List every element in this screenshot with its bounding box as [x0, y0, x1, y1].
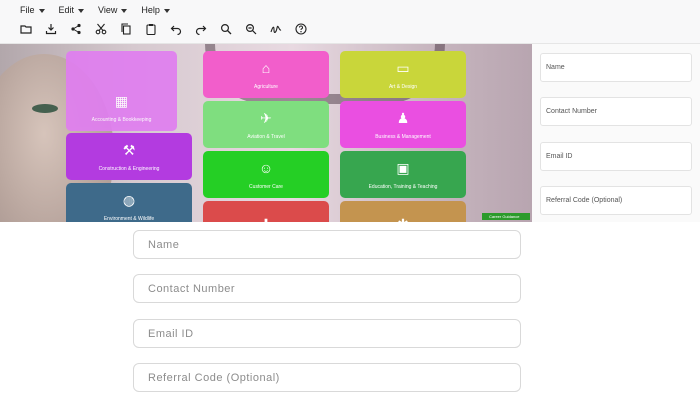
- chat-badge-label: Career Guidance: [489, 214, 520, 219]
- signature-icon[interactable]: [268, 21, 284, 37]
- hero-banner: ▦ Accounting & Bookkeeping ⌂ Agriculture…: [0, 44, 532, 222]
- menu-file-label: File: [20, 5, 35, 15]
- tile-label: Education, Training & Teaching: [368, 184, 438, 190]
- tile-label: Construction & Engineering: [98, 166, 160, 172]
- share-icon[interactable]: [68, 21, 84, 37]
- tile-label: Environment & Wildlife: [103, 216, 155, 222]
- copy-icon[interactable]: [118, 21, 134, 37]
- side-contact-label: Contact Number: [546, 108, 597, 115]
- globe-icon: ◍: [122, 192, 136, 208]
- people-icon: ♟: [396, 110, 410, 126]
- tile-business[interactable]: ♟ Business & Management: [340, 101, 466, 148]
- menu-edit-label: Edit: [58, 5, 75, 15]
- tile-customer-care[interactable]: ☺ Customer Care: [203, 151, 329, 198]
- person-eye: [32, 104, 58, 113]
- tile-label: Agriculture: [254, 84, 278, 90]
- menu-file[interactable]: File: [20, 3, 45, 17]
- tile-label: Art & Design: [388, 84, 418, 90]
- side-email-field[interactable]: Email ID: [540, 142, 692, 171]
- side-contact-field[interactable]: Contact Number: [540, 97, 692, 126]
- help-icon[interactable]: [293, 21, 309, 37]
- tile-environment[interactable]: ◍ Environment & Wildlife: [66, 183, 192, 222]
- download-icon[interactable]: [43, 21, 59, 37]
- name-placeholder: Name: [148, 238, 180, 251]
- crane-icon: ⚒: [122, 142, 136, 158]
- referral-placeholder: Referral Code (Optional): [148, 371, 280, 384]
- contact-number-field[interactable]: Contact Number: [133, 274, 521, 303]
- referral-code-field[interactable]: Referral Code (Optional): [133, 363, 521, 392]
- menu-view-label: View: [98, 5, 118, 15]
- tile-accounting[interactable]: ▦ Accounting & Bookkeeping: [66, 51, 177, 131]
- menu-view[interactable]: View: [98, 3, 128, 17]
- tile-education[interactable]: ▣ Education, Training & Teaching: [340, 151, 466, 198]
- barn-icon: ⌂: [261, 60, 271, 76]
- tile-art-design[interactable]: ▭ Art & Design: [340, 51, 466, 98]
- calculator-icon: ▦: [114, 93, 129, 109]
- tile-agriculture[interactable]: ⌂ Agriculture: [203, 51, 329, 98]
- caret-down-icon: [78, 8, 85, 13]
- menu-bar: File Edit View Help: [20, 3, 170, 17]
- tile-sports[interactable]: ✱: [340, 201, 466, 222]
- menu-edit[interactable]: Edit: [59, 3, 85, 17]
- toolbar: [18, 21, 309, 37]
- paste-icon[interactable]: [143, 21, 159, 37]
- teacher-icon: ▣: [396, 160, 410, 176]
- tile-construction[interactable]: ⚒ Construction & Engineering: [66, 133, 192, 180]
- caret-down-icon: [163, 8, 170, 13]
- email-field[interactable]: Email ID: [133, 319, 521, 348]
- zoom-in-icon[interactable]: [218, 21, 234, 37]
- undo-icon[interactable]: [168, 21, 184, 37]
- tile-label: Customer Care: [249, 184, 283, 190]
- cut-icon[interactable]: [93, 21, 109, 37]
- caret-down-icon: [121, 8, 128, 13]
- support-icon: ☺: [258, 160, 274, 176]
- menu-toolbar: File Edit View Help: [0, 0, 700, 44]
- tile-health[interactable]: ✚: [203, 201, 329, 222]
- redo-icon[interactable]: [193, 21, 209, 37]
- tile-label: Accounting & Bookkeeping: [91, 117, 152, 123]
- side-name-field[interactable]: Name: [540, 53, 692, 82]
- folder-open-icon[interactable]: [18, 21, 34, 37]
- app-window: File Edit View Help ▦ Accounting & Bookk…: [0, 0, 700, 400]
- medical-icon: ✚: [260, 217, 272, 222]
- menu-help[interactable]: Help: [141, 3, 170, 17]
- caret-down-icon: [38, 8, 45, 13]
- runner-icon: ✱: [397, 217, 409, 222]
- side-referral-label: Referral Code (Optional): [546, 197, 623, 204]
- side-email-label: Email ID: [546, 153, 573, 160]
- tile-label: Aviation & Travel: [247, 134, 285, 140]
- side-name-label: Name: [546, 64, 565, 71]
- zoom-out-icon[interactable]: [243, 21, 259, 37]
- chat-badge[interactable]: Career Guidance: [482, 213, 530, 220]
- tile-label: Business & Management: [375, 134, 431, 140]
- tile-aviation[interactable]: ✈ Aviation & Travel: [203, 101, 329, 148]
- side-form: Name Contact Number Email ID Referral Co…: [532, 44, 700, 222]
- plane-icon: ✈: [260, 110, 272, 126]
- side-referral-field[interactable]: Referral Code (Optional): [540, 186, 692, 215]
- email-placeholder: Email ID: [148, 327, 194, 340]
- monitor-icon: ▭: [396, 60, 410, 76]
- menu-help-label: Help: [141, 5, 160, 15]
- name-field[interactable]: Name: [133, 230, 521, 259]
- contact-placeholder: Contact Number: [148, 282, 236, 295]
